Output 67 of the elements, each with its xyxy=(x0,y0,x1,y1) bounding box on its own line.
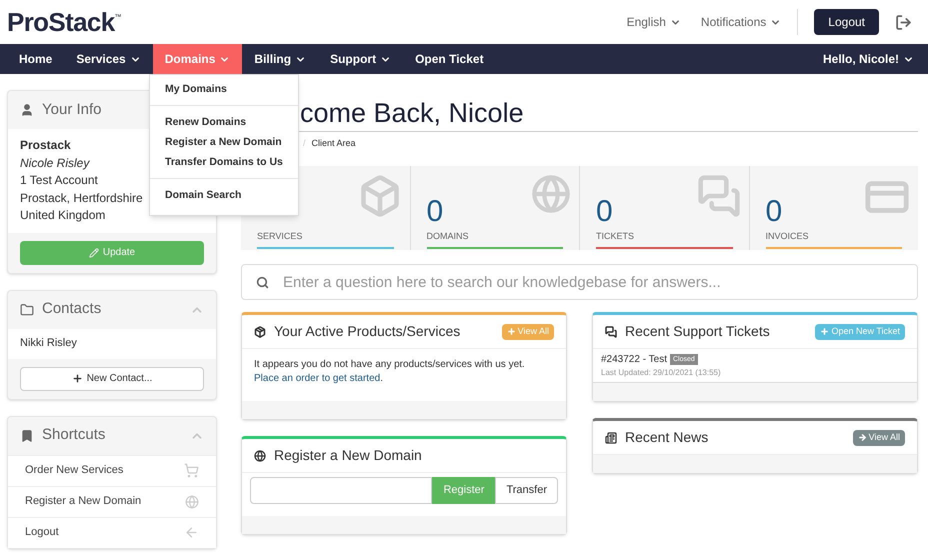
plus-icon xyxy=(72,373,83,384)
globe-icon xyxy=(185,494,199,508)
cube-icon xyxy=(254,326,266,338)
user-menu[interactable]: Hello, Nicole! xyxy=(822,50,914,68)
address-line: United Kingdom xyxy=(20,207,106,224)
transfer-button[interactable]: Transfer xyxy=(495,477,558,504)
stat-label: TICKETS xyxy=(596,230,636,243)
place-order-link[interactable]: Place an order to get started xyxy=(254,373,380,384)
ticket-updated: Last Updated: 29/10/2021 (13:55) xyxy=(601,367,722,379)
stat-label: INVOICES xyxy=(766,230,810,243)
menu-item[interactable]: Register a New Domain xyxy=(165,132,282,152)
nav-item[interactable]: Support xyxy=(318,44,404,74)
new-contact-button[interactable]: New Contact... xyxy=(20,366,204,390)
panel-title: Recent News xyxy=(625,428,710,447)
plus-icon xyxy=(506,327,516,336)
nav-item[interactable]: Billing xyxy=(242,44,318,74)
user-icon xyxy=(20,103,34,117)
stat-value: 0 xyxy=(426,197,444,227)
chat-icon xyxy=(696,174,740,218)
company-name: Prostack xyxy=(20,137,71,154)
shortcut-item[interactable]: Register a New Domain xyxy=(8,486,216,516)
panel-title: Contacts xyxy=(42,299,102,320)
panel-title: Shortcuts xyxy=(42,425,106,446)
logo[interactable]: ProStack$^{™}$ xyxy=(7,2,121,42)
contact-item[interactable]: Nikki Risley xyxy=(8,328,216,358)
address-line: 1 Test Account xyxy=(20,172,98,189)
stat-value: 0 xyxy=(596,197,614,227)
notifications-menu[interactable]: Notifications xyxy=(700,13,782,31)
panel-title: Recent Support Tickets xyxy=(625,322,771,341)
address-line: Prostack, Hertfordshire xyxy=(20,190,143,206)
bookmark-icon xyxy=(20,428,34,442)
stat-label: SERVICES xyxy=(257,230,304,243)
nav-item[interactable]: Home xyxy=(7,44,64,74)
folder-icon xyxy=(20,302,34,316)
empty-products-message: It appears you do not have any products/services with us yet. Place an order to get started. xyxy=(253,358,526,386)
nav-item[interactable]: Open Ticket xyxy=(403,44,496,74)
panel-title: Register a New Domain xyxy=(274,446,423,465)
nav-item[interactable]: Services xyxy=(64,44,153,74)
stat-value: 0 xyxy=(766,197,784,227)
panel-title: Your Active Products/Services xyxy=(274,322,462,341)
cart-icon xyxy=(184,463,199,478)
chat-icon xyxy=(605,326,617,338)
contact-name: Nicole Risley xyxy=(20,154,90,172)
menu-item[interactable]: My Domains xyxy=(165,79,227,99)
pencil-icon xyxy=(88,248,99,258)
stat-label: DOMAINS xyxy=(426,230,470,243)
shortcut-item[interactable]: Logout xyxy=(8,516,216,548)
breadcrumb-item: Client Area xyxy=(312,137,356,150)
knowledgebase-search-field[interactable]: Enter a question here to search our knowledgebase for answers... xyxy=(241,264,918,300)
menu-item[interactable]: Renew Domains xyxy=(165,112,246,132)
shortcut-item[interactable]: Order New Services xyxy=(8,454,216,486)
menu-item[interactable]: Transfer Domains to Us xyxy=(165,152,283,172)
logout-icon[interactable] xyxy=(895,14,912,30)
view-all-button[interactable]: View All xyxy=(852,430,905,446)
newspaper-icon xyxy=(605,432,617,444)
breadcrumb-separator: / xyxy=(303,137,306,150)
logout-button[interactable]: Logout xyxy=(814,9,879,35)
menu-item[interactable]: Domain Search xyxy=(165,185,242,205)
globe-icon xyxy=(531,174,571,214)
plus-icon xyxy=(820,327,830,336)
domain-input-field[interactable] xyxy=(250,477,432,504)
globe-icon xyxy=(254,450,266,462)
arrow-right-icon xyxy=(858,433,867,442)
language-menu[interactable]: English xyxy=(626,13,681,31)
page-title: come Back, Nicole xyxy=(300,100,524,127)
search-icon xyxy=(256,276,269,289)
ticket-subject: #243722 - Test xyxy=(601,353,667,367)
